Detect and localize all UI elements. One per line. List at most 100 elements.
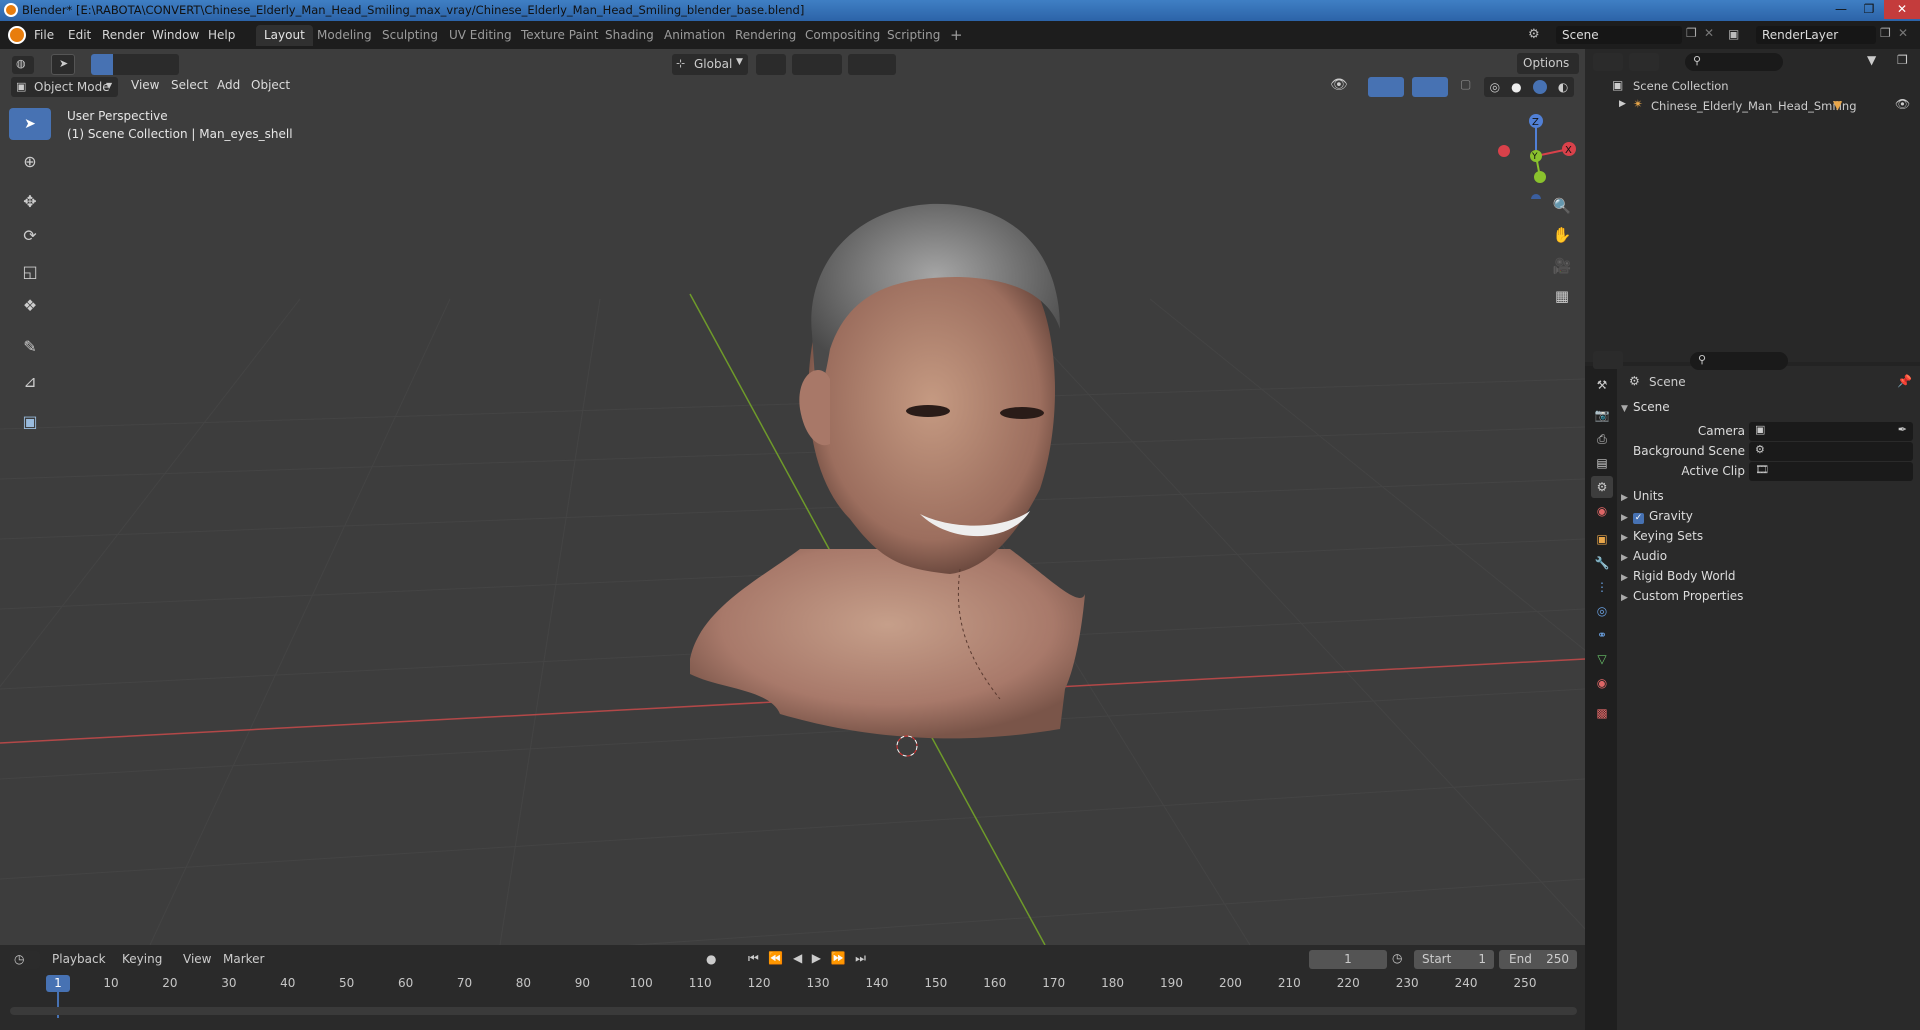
- object-mode-dropdown[interactable]: ▣ Object Mode ▼: [11, 77, 118, 97]
- pan-view-button[interactable]: ✋: [1549, 222, 1575, 248]
- keying-sets-panel-header[interactable]: ▶ Keying Sets: [1621, 529, 1703, 543]
- pivot-point-icon[interactable]: [756, 54, 786, 75]
- current-frame-field[interactable]: 1: [1309, 950, 1387, 969]
- display-mode-icon[interactable]: [1629, 53, 1659, 71]
- orientation-dropdown[interactable]: ⊹ Global ▼: [672, 54, 748, 75]
- head-model[interactable]: [690, 203, 1085, 739]
- delete-renderlayer-icon[interactable]: ✕: [1898, 26, 1908, 40]
- new-renderlayer-icon[interactable]: ❐: [1880, 26, 1891, 40]
- timeline-editor[interactable]: ◷ Playback Keying View Marker ● ⏮ ⏪ ◀ ▶ …: [0, 945, 1585, 1030]
- properties-editor-type-icon[interactable]: [1593, 351, 1623, 369]
- options-dropdown[interactable]: Options: [1517, 53, 1579, 74]
- clock-icon[interactable]: ◷: [1392, 951, 1402, 965]
- tab-layout[interactable]: Layout: [256, 25, 313, 46]
- world-tab[interactable]: ◉: [1591, 500, 1613, 522]
- timeline-menu-marker[interactable]: Marker: [223, 952, 264, 966]
- texture-tab[interactable]: ▩: [1591, 702, 1613, 724]
- select-extend-icon[interactable]: [113, 54, 135, 75]
- expand-icon[interactable]: ▶: [1619, 99, 1626, 109]
- tool-annotate[interactable]: ✎: [9, 330, 51, 362]
- new-collection-icon[interactable]: ❐: [1897, 53, 1908, 67]
- tool-move[interactable]: ✥: [9, 185, 51, 217]
- jump-end-icon[interactable]: ⏭: [855, 951, 866, 969]
- select-invert-icon[interactable]: [157, 54, 179, 75]
- camera-field[interactable]: ▣ ✒: [1749, 422, 1913, 441]
- viewport-menu-object[interactable]: Object: [251, 78, 290, 92]
- menu-window[interactable]: Window: [152, 28, 199, 42]
- viewport-menu-select[interactable]: Select: [171, 78, 208, 92]
- constraints-tab[interactable]: ⚭: [1591, 624, 1613, 646]
- play-reverse-icon[interactable]: ◀: [793, 951, 802, 969]
- pin-icon[interactable]: 📌: [1897, 374, 1912, 388]
- tool-rotate[interactable]: ⟳: [9, 219, 51, 251]
- tab-animation[interactable]: Animation: [656, 25, 733, 46]
- properties-editor[interactable]: ⚒ 📷 ⎙ ▤ ⚙ ◉ ▣ 🔧 ⋮ ◎ ⚭ ▽ ◉ ▩ ⚲ ⚙ Scene 📌 …: [1585, 351, 1920, 1030]
- select-tool-icon[interactable]: ➤: [51, 54, 75, 75]
- xray-toggle-icon[interactable]: ▢: [1460, 77, 1480, 97]
- tool-transform[interactable]: ❖: [9, 289, 51, 321]
- modifier-tab[interactable]: 🔧: [1591, 552, 1613, 574]
- tool-cursor[interactable]: ⊕: [9, 145, 51, 177]
- gravity-panel-header[interactable]: ▶ ✓ Gravity: [1621, 509, 1693, 524]
- menu-file[interactable]: File: [34, 28, 54, 42]
- close-window-button[interactable]: ✕: [1884, 0, 1920, 19]
- outliner-row-object[interactable]: ▶ ✴ Chinese_Elderly_Man_Head_Smiling ▼ 👁: [1585, 95, 1920, 115]
- custom-properties-panel-header[interactable]: ▶ Custom Properties: [1621, 589, 1743, 603]
- timeline-editor-type-icon[interactable]: ◷: [10, 951, 40, 969]
- minimize-button[interactable]: —: [1828, 0, 1854, 19]
- material-tab[interactable]: ◉: [1591, 672, 1613, 694]
- add-workspace-button[interactable]: +: [942, 25, 971, 46]
- viewport-menu-add[interactable]: Add: [217, 78, 240, 92]
- physics-tab[interactable]: ◎: [1591, 600, 1613, 622]
- prev-keyframe-icon[interactable]: ⏪: [768, 951, 783, 969]
- playback-controls[interactable]: ⏮ ⏪ ◀ ▶ ⏩ ⏭: [748, 951, 866, 969]
- end-frame-field[interactable]: End 250: [1499, 950, 1577, 969]
- restore-button[interactable]: ❐: [1856, 0, 1882, 19]
- timeline-menu-playback[interactable]: Playback: [52, 952, 106, 966]
- scene-selector[interactable]: Scene: [1556, 26, 1682, 44]
- renderlayer-selector[interactable]: RenderLayer: [1756, 26, 1876, 44]
- play-icon[interactable]: ▶: [812, 951, 821, 969]
- jump-start-icon[interactable]: ⏮: [748, 951, 759, 969]
- menu-edit[interactable]: Edit: [68, 28, 91, 42]
- new-scene-icon[interactable]: ❐: [1686, 26, 1697, 40]
- camera-view-button[interactable]: 🎥: [1549, 253, 1575, 279]
- blender-menu-icon[interactable]: [8, 26, 26, 44]
- delete-scene-icon[interactable]: ✕: [1704, 26, 1714, 40]
- zoom-view-button[interactable]: 🔍: [1549, 193, 1575, 219]
- audio-panel-header[interactable]: ▶ Audio: [1621, 549, 1667, 563]
- properties-search-input[interactable]: ⚲: [1690, 352, 1788, 370]
- units-panel-header[interactable]: ▶ Units: [1621, 489, 1664, 503]
- record-icon[interactable]: ●: [706, 952, 716, 966]
- timeline-scrollbar[interactable]: [10, 1007, 1577, 1015]
- scene-panel-header[interactable]: ▼ Scene: [1621, 400, 1670, 414]
- tab-texture-paint[interactable]: Texture Paint: [513, 25, 606, 46]
- tool-measure[interactable]: ⊿: [9, 365, 51, 397]
- tab-shading[interactable]: Shading: [597, 25, 662, 46]
- render-tab[interactable]: 📷: [1591, 404, 1613, 426]
- material-shading-icon[interactable]: [1532, 80, 1547, 94]
- background-scene-field[interactable]: ⚙: [1749, 442, 1913, 461]
- eyedropper-icon[interactable]: ✒: [1898, 423, 1907, 436]
- viewport-menu-view[interactable]: View: [131, 78, 159, 92]
- filter-icon[interactable]: ▼: [1867, 53, 1876, 67]
- snap-icon[interactable]: [792, 54, 842, 75]
- gizmo-toggle-icon[interactable]: [1368, 77, 1404, 97]
- rendered-shading-icon[interactable]: ◐: [1558, 80, 1568, 94]
- data-tab[interactable]: ▽: [1591, 648, 1613, 670]
- tool-tab[interactable]: ⚒: [1591, 374, 1613, 396]
- shading-mode-group[interactable]: ◎ ● ◐: [1484, 77, 1574, 97]
- rigid-body-world-panel-header[interactable]: ▶ Rigid Body World: [1621, 569, 1736, 583]
- gravity-checkbox[interactable]: ✓: [1633, 513, 1644, 524]
- eye-icon[interactable]: 👁: [1895, 97, 1910, 111]
- menu-render[interactable]: Render: [102, 28, 145, 42]
- navigation-gizmo[interactable]: Z Y X: [1486, 109, 1576, 199]
- proportional-edit-icon[interactable]: [848, 54, 896, 75]
- tool-add-cube[interactable]: ▣: [9, 405, 51, 437]
- 3d-viewport[interactable]: ◍ ➤ ⊹ Global ▼ Options ▣ Object Mode ▼ V…: [0, 49, 1585, 945]
- outliner-search-input[interactable]: ⚲: [1685, 53, 1783, 71]
- 3d-cursor[interactable]: [896, 735, 918, 757]
- editor-type-button[interactable]: ◍: [12, 56, 34, 74]
- tab-scripting[interactable]: Scripting: [879, 25, 948, 46]
- tool-scale[interactable]: ◱: [9, 255, 51, 287]
